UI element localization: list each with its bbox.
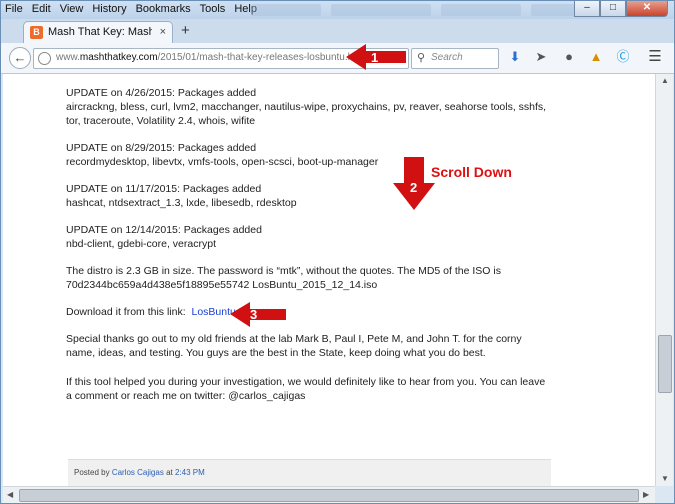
posted-by-label: Posted by — [74, 468, 110, 477]
update-2-title: UPDATE on 8/29/2015: Packages added — [66, 142, 257, 154]
thanks-paragraph: Special thanks go out to my old friends … — [66, 333, 522, 359]
menu-bar: File Edit View History Bookmarks Tools H… — [1, 1, 674, 19]
send-icon[interactable]: ➤ — [533, 49, 549, 65]
menu-bookmarks[interactable]: Bookmarks — [136, 3, 191, 15]
skype-icon[interactable]: Ⓒ — [615, 49, 631, 65]
update-1-title: UPDATE on 4/26/2015: Packages added — [66, 87, 257, 99]
scroll-right-icon[interactable]: ▶ — [643, 490, 649, 499]
scroll-up-icon[interactable]: ▲ — [661, 76, 669, 85]
menu-history[interactable]: History — [92, 3, 126, 15]
post-time-link[interactable]: 2:43 PM — [175, 468, 205, 477]
post-footer: Posted by Carlos Cajigas at 2:43 PM — [68, 459, 551, 486]
tab-title: Mash That Key: Mash That ... — [48, 26, 152, 38]
menu-icon[interactable]: ☰ — [647, 49, 663, 65]
scroll-down-label: Scroll Down — [431, 164, 512, 180]
new-tab-button[interactable]: + — [181, 22, 190, 39]
author-link[interactable]: Carlos Cajigas — [112, 468, 164, 477]
blogger-icon: B — [30, 26, 43, 39]
url-prefix: www. — [56, 52, 80, 63]
tab-close-icon[interactable]: × — [160, 26, 166, 38]
post-meta: Posted by Carlos Cajigas at 2:43 PM — [74, 468, 205, 477]
update-4-body: nbd-client, gdebi-core, veracrypt — [66, 238, 216, 250]
browser-window: File Edit View History Bookmarks Tools H… — [0, 0, 675, 504]
step-1-number: 1 — [371, 50, 379, 65]
vertical-scroll-thumb[interactable] — [658, 335, 672, 393]
address-bar[interactable]: www.mashthatkey.com/2015/01/mash-that-ke… — [33, 48, 409, 69]
feedback-paragraph: If this tool helped you during your inve… — [66, 376, 546, 402]
url-domain: mashthatkey.com — [79, 52, 158, 63]
globe-icon — [38, 52, 51, 65]
page-content: UPDATE on 4/26/2015: Packages added aircr… — [3, 74, 655, 486]
at-label: at — [166, 468, 173, 477]
restore-button[interactable]: □ — [600, 1, 626, 17]
article-body: UPDATE on 4/26/2015: Packages added aircr… — [66, 86, 551, 416]
update-3-title: UPDATE on 11/17/2015: Packages added — [66, 183, 262, 195]
tab-mashthatkey[interactable]: B Mash That Key: Mash That ... × — [23, 21, 173, 44]
back-button[interactable]: ← — [9, 47, 31, 69]
tab-strip: B Mash That Key: Mash That ... × + — [1, 19, 674, 44]
vertical-scrollbar[interactable]: ▲ ▼ — [655, 74, 673, 486]
window-controls: – □ ✕ — [574, 1, 668, 17]
minimize-button[interactable]: – — [574, 1, 600, 17]
menu-view[interactable]: View — [60, 3, 84, 15]
download-label: Download it from this link: — [66, 306, 186, 318]
menu-tools[interactable]: Tools — [200, 3, 226, 15]
chat-icon[interactable]: ● — [561, 49, 577, 65]
close-window-button[interactable]: ✕ — [626, 1, 668, 17]
menu-file[interactable]: File — [5, 3, 23, 15]
losbuntu-download-link[interactable]: LosBuntu — [191, 306, 235, 318]
horizontal-scrollbar[interactable]: ◀ ▶ — [3, 486, 655, 503]
search-input[interactable]: ⚲ Search — [411, 48, 499, 69]
blurred-background-tabs — [251, 4, 581, 17]
menu-edit[interactable]: Edit — [32, 3, 51, 15]
update-4-title: UPDATE on 12/14/2015: Packages added — [66, 224, 262, 236]
distro-info: The distro is 2.3 GB in size. The passwo… — [66, 265, 501, 291]
url-path: /2015/01/mash-that-key-releases-losbuntu… — [157, 52, 367, 63]
step-3-number: 3 — [250, 307, 258, 322]
update-1-body: aircrackng, bless, curl, lvm2, macchange… — [66, 101, 547, 127]
update-2-body: recordmydesktop, libevtx, vmfs-tools, op… — [66, 156, 379, 168]
horizontal-scroll-thumb[interactable] — [19, 489, 639, 502]
step-2-number: 2 — [410, 180, 418, 195]
address-url: www.mashthatkey.com/2015/01/mash-that-ke… — [56, 52, 367, 63]
back-arrow-icon: ← — [13, 50, 27, 65]
scroll-down-icon[interactable]: ▼ — [661, 474, 669, 483]
update-3-body: hashcat, ntdsextract_1.3, lxde, libesedb… — [66, 197, 297, 209]
search-icon: ⚲ — [417, 52, 426, 64]
navigation-toolbar: ← www.mashthatkey.com/2015/01/mash-that-… — [1, 43, 674, 74]
search-placeholder: Search — [431, 52, 463, 63]
scroll-left-icon[interactable]: ◀ — [7, 490, 13, 499]
download-icon[interactable]: ⬇ — [507, 49, 523, 65]
share-icon[interactable]: ▲ — [588, 49, 604, 65]
menu: File Edit View History Bookmarks Tools H… — [5, 3, 257, 15]
